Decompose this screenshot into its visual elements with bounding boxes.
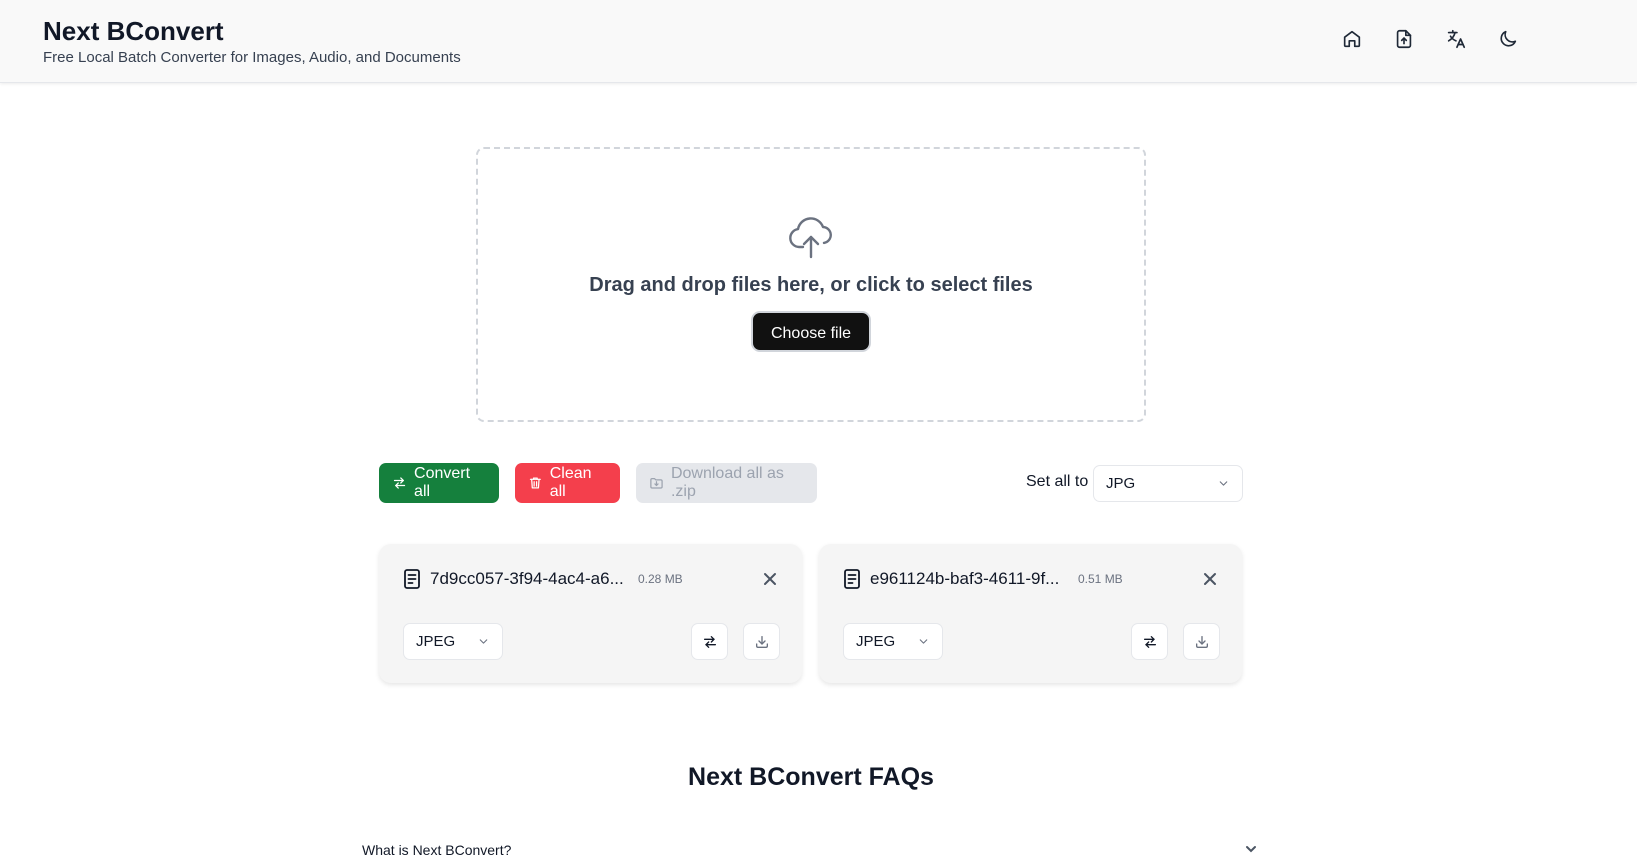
moon-icon[interactable] xyxy=(1497,28,1519,50)
file-card: e961124b-baf3-4611-9f... 0.51 MB JPEG xyxy=(819,544,1242,683)
clean-all-button[interactable]: Clean all xyxy=(515,463,620,503)
close-icon[interactable] xyxy=(1202,571,1218,587)
faq-question: What is Next BConvert? xyxy=(362,842,512,858)
download-zip-button[interactable]: Download all as .zip xyxy=(636,463,817,503)
app-header: Next BConvert Free Local Batch Converter… xyxy=(0,0,1637,83)
clean-all-label: Clean all xyxy=(549,465,592,500)
cloud-upload-icon xyxy=(787,215,835,259)
convert-all-button[interactable]: Convert all xyxy=(379,463,499,503)
chevron-down-icon xyxy=(1244,842,1258,856)
app-subtitle: Free Local Batch Converter for Images, A… xyxy=(43,49,461,66)
faq-title: Next BConvert FAQs xyxy=(688,763,934,791)
convert-file-button[interactable] xyxy=(691,623,728,660)
app-title[interactable]: Next BConvert xyxy=(43,15,461,47)
header-actions xyxy=(1341,28,1519,50)
set-all-label: Set all to xyxy=(1026,473,1089,490)
convert-file-button[interactable] xyxy=(1131,623,1168,660)
download-zip-label: Download all as .zip xyxy=(670,465,784,500)
file-format-value: JPEG xyxy=(416,633,456,650)
close-icon[interactable] xyxy=(762,571,778,587)
convert-all-label: Convert all xyxy=(414,465,471,500)
dropzone-text: Drag and drop files here, or click to se… xyxy=(589,274,1033,296)
chevron-down-icon xyxy=(919,639,928,644)
brand: Next BConvert Free Local Batch Converter… xyxy=(43,15,461,66)
translate-icon[interactable] xyxy=(1445,28,1467,50)
chevron-down-icon xyxy=(479,639,488,644)
faq-item[interactable]: What is Next BConvert? xyxy=(362,842,1258,862)
set-all-format-value: JPG xyxy=(1106,475,1136,492)
swap-icon xyxy=(703,635,716,648)
file-size: 0.28 MB xyxy=(638,572,683,586)
download-icon xyxy=(1195,635,1208,648)
choose-file-button[interactable]: Choose file xyxy=(752,313,870,350)
file-dropzone[interactable]: Drag and drop files here, or click to se… xyxy=(476,147,1146,422)
chevron-down-icon xyxy=(1219,481,1228,486)
file-name: e961124b-baf3-4611-9f... xyxy=(870,569,1060,588)
download-icon xyxy=(755,635,768,648)
set-all-format-select[interactable]: JPG xyxy=(1093,465,1243,502)
swap-icon xyxy=(393,477,406,489)
file-size: 0.51 MB xyxy=(1078,572,1123,586)
file-upload-icon[interactable] xyxy=(1393,28,1415,50)
file-format-value: JPEG xyxy=(856,633,896,650)
file-card: 7d9cc057-3f94-4ac4-a6... 0.28 MB JPEG xyxy=(379,544,802,683)
file-name: 7d9cc057-3f94-4ac4-a6... xyxy=(430,569,624,588)
file-format-select[interactable]: JPEG xyxy=(403,623,503,660)
swap-icon xyxy=(1143,635,1156,648)
file-icon xyxy=(403,569,421,589)
file-icon xyxy=(843,569,861,589)
batch-toolbar: Convert all Clean all Download all as .z… xyxy=(379,463,1243,503)
home-icon[interactable] xyxy=(1341,28,1363,50)
file-format-select[interactable]: JPEG xyxy=(843,623,943,660)
folder-download-icon xyxy=(650,478,663,489)
download-file-button[interactable] xyxy=(743,623,780,660)
download-file-button[interactable] xyxy=(1183,623,1220,660)
trash-icon xyxy=(529,477,541,489)
